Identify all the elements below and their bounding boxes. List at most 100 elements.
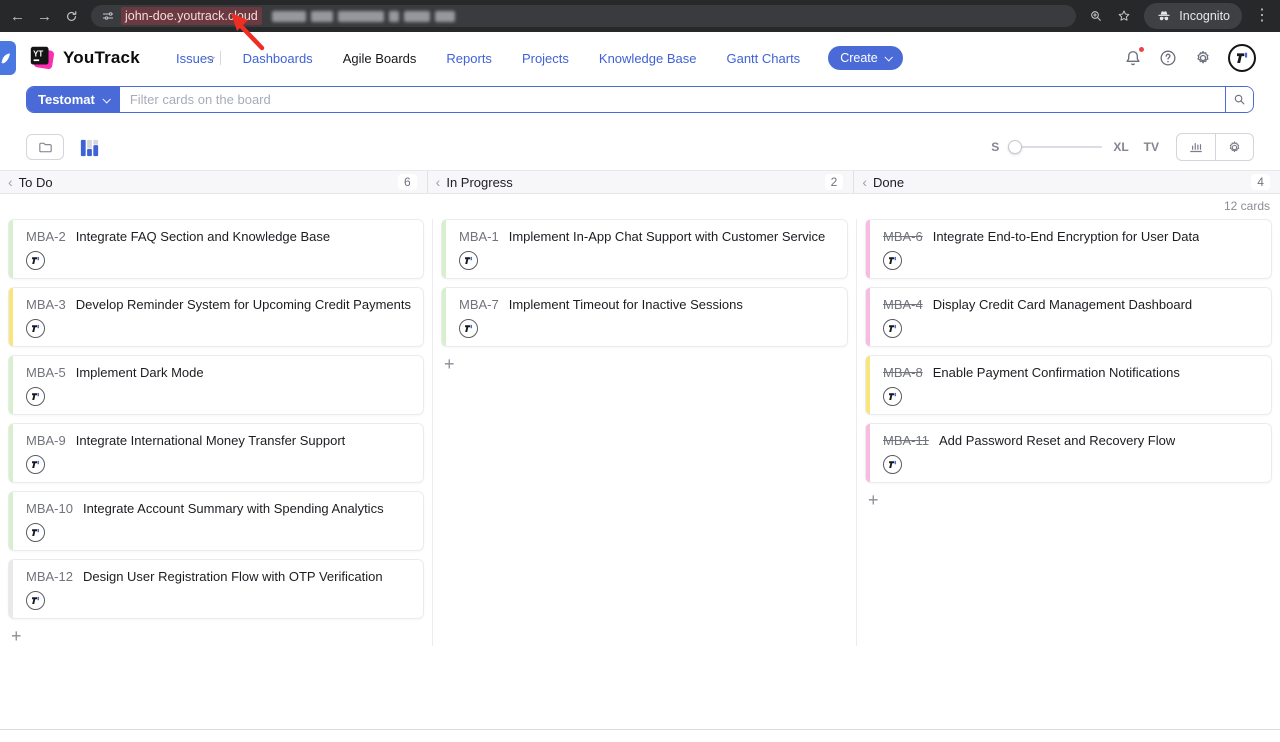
issue-id[interactable]: MBA-10 (26, 501, 73, 516)
notifications-bell-icon[interactable] (1123, 48, 1143, 68)
column-count-badge: 4 (1251, 174, 1270, 190)
issue-title[interactable]: Implement Dark Mode (76, 365, 204, 380)
column-bodies: 12 cards MBA-2Integrate FAQ Section and … (0, 194, 1280, 646)
issue-id[interactable]: MBA-11 (883, 433, 929, 448)
assignee-avatar[interactable] (883, 387, 902, 406)
main-nav: IssuesDashboardsAgile BoardsReportsProje… (176, 51, 800, 66)
collapse-column-icon[interactable]: ‹ (436, 175, 441, 189)
logo-text: YouTrack (63, 48, 140, 68)
search-icon[interactable] (1225, 87, 1253, 112)
issue-id[interactable]: MBA-1 (459, 229, 499, 244)
bookmark-star-icon[interactable] (1116, 8, 1132, 24)
browser-menu-icon[interactable]: ⋮ (1254, 8, 1270, 24)
address-bar[interactable]: john-doe.youtrack.cloud (91, 5, 1076, 27)
assignee-avatar[interactable] (26, 319, 45, 338)
assignee-avatar[interactable] (26, 591, 45, 610)
add-card-button[interactable]: + (11, 627, 27, 645)
issue-id[interactable]: MBA-3 (26, 297, 66, 312)
card-size-slider[interactable] (1010, 146, 1102, 148)
issue-title[interactable]: Integrate FAQ Section and Knowledge Base (76, 229, 330, 244)
issue-title[interactable]: Integrate Account Summary with Spending … (83, 501, 384, 516)
url-text[interactable]: john-doe.youtrack.cloud (121, 7, 262, 25)
issue-title[interactable]: Integrate International Money Transfer S… (76, 433, 346, 448)
issue-id[interactable]: MBA-12 (26, 569, 73, 584)
assignee-avatar[interactable] (883, 251, 902, 270)
help-icon[interactable] (1158, 48, 1178, 68)
nav-agile-boards[interactable]: Agile Boards (343, 51, 417, 66)
assignee-avatar[interactable] (459, 251, 478, 270)
issue-card-mba-10[interactable]: MBA-10 Integrate Account Summary with Spe… (8, 491, 424, 551)
assignee-avatar[interactable] (459, 319, 478, 338)
issue-card-mba-3[interactable]: MBA-3 Develop Reminder System for Upcomin… (8, 287, 424, 347)
board-chart-icon[interactable] (78, 136, 101, 159)
issue-id[interactable]: MBA-5 (26, 365, 66, 380)
chart-histogram-icon[interactable] (1177, 134, 1215, 160)
issue-id[interactable]: MBA-4 (883, 297, 923, 312)
incognito-label: Incognito (1179, 9, 1230, 23)
issue-title[interactable]: Display Credit Card Management Dashboard (933, 297, 1192, 312)
issue-card-mba-2[interactable]: MBA-2 Integrate FAQ Section and Knowledge… (8, 219, 424, 279)
issue-id[interactable]: MBA-8 (883, 365, 923, 380)
issue-title[interactable]: Implement Timeout for Inactive Sessions (509, 297, 743, 312)
create-button[interactable]: Create (828, 46, 903, 70)
tv-mode-button[interactable]: TV (1144, 140, 1159, 154)
issue-card-mba-5[interactable]: MBA-5 Implement Dark Mode (8, 355, 424, 415)
issue-card-mba-7[interactable]: MBA-7 Implement Timeout for Inactive Sess… (441, 287, 848, 347)
issue-title[interactable]: Enable Payment Confirmation Notification… (933, 365, 1180, 380)
assignee-avatar[interactable] (26, 387, 45, 406)
issue-title[interactable]: Add Password Reset and Recovery Flow (939, 433, 1175, 448)
nav-dashboards[interactable]: Dashboards (243, 51, 313, 66)
board-filter-bar: Testomat (26, 86, 1254, 113)
collapse-column-icon[interactable]: ‹ (8, 175, 13, 189)
collapse-column-icon[interactable]: ‹ (862, 175, 867, 189)
forward-icon[interactable]: → (37, 9, 52, 24)
redacted-url-segment (272, 11, 306, 22)
issue-title[interactable]: Implement In-App Chat Support with Custo… (509, 229, 825, 244)
issue-id[interactable]: MBA-2 (26, 229, 66, 244)
issue-id[interactable]: MBA-6 (883, 229, 923, 244)
site-settings-icon[interactable] (101, 9, 115, 23)
column-header-in-progress: ‹In Progress2 (427, 171, 854, 193)
user-avatar[interactable] (1228, 44, 1256, 72)
issue-title[interactable]: Develop Reminder System for Upcoming Cre… (76, 297, 411, 312)
extension-feather-icon[interactable] (0, 41, 16, 75)
svg-text:YT: YT (33, 50, 43, 59)
nav-knowledge-base[interactable]: Knowledge Base (599, 51, 697, 66)
add-card-button[interactable]: + (868, 491, 884, 509)
nav-projects[interactable]: Projects (522, 51, 569, 66)
assignee-avatar[interactable] (26, 523, 45, 542)
nav-reports[interactable]: Reports (446, 51, 492, 66)
settings-gear-icon[interactable] (1193, 48, 1213, 68)
back-icon[interactable]: ← (10, 9, 25, 24)
zoom-icon[interactable] (1088, 8, 1104, 24)
issue-title[interactable]: Design User Registration Flow with OTP V… (83, 569, 383, 584)
issue-card-mba-9[interactable]: MBA-9 Integrate International Money Trans… (8, 423, 424, 483)
chevron-down-icon (884, 53, 892, 61)
youtrack-logo[interactable]: YT YouTrack (28, 44, 154, 72)
assignee-avatar[interactable] (26, 455, 45, 474)
board-toolbar: S XL TV (26, 133, 1254, 161)
nav-gantt-charts[interactable]: Gantt Charts (726, 51, 800, 66)
assignee-avatar[interactable] (26, 251, 45, 270)
browser-chrome: ← → john-doe.youtrack.cloud Incognito ⋮ (0, 0, 1280, 32)
board-selector-button[interactable]: Testomat (27, 87, 120, 112)
slider-knob[interactable] (1008, 140, 1022, 154)
issue-title[interactable]: Integrate End-to-End Encryption for User… (933, 229, 1200, 244)
issue-card-mba-4[interactable]: MBA-4 Display Credit Card Management Dash… (865, 287, 1272, 347)
incognito-icon (1156, 8, 1172, 24)
issue-id[interactable]: MBA-7 (459, 297, 499, 312)
column-count-badge: 2 (825, 174, 844, 190)
issue-card-mba-12[interactable]: MBA-12 Design User Registration Flow with… (8, 559, 424, 619)
issue-card-mba-6[interactable]: MBA-6 Integrate End-to-End Encryption for… (865, 219, 1272, 279)
assignee-avatar[interactable] (883, 455, 902, 474)
filter-cards-input[interactable] (120, 87, 1225, 112)
issue-card-mba-8[interactable]: MBA-8 Enable Payment Confirmation Notific… (865, 355, 1272, 415)
board-settings-gear-icon[interactable] (1215, 134, 1253, 160)
assignee-avatar[interactable] (883, 319, 902, 338)
issue-card-mba-11[interactable]: MBA-11 Add Password Reset and Recovery Fl… (865, 423, 1272, 483)
backlog-folder-icon[interactable] (26, 134, 64, 160)
reload-icon[interactable] (64, 9, 79, 24)
add-card-button[interactable]: + (444, 355, 460, 373)
issue-id[interactable]: MBA-9 (26, 433, 66, 448)
issue-card-mba-1[interactable]: MBA-1 Implement In-App Chat Support with … (441, 219, 848, 279)
